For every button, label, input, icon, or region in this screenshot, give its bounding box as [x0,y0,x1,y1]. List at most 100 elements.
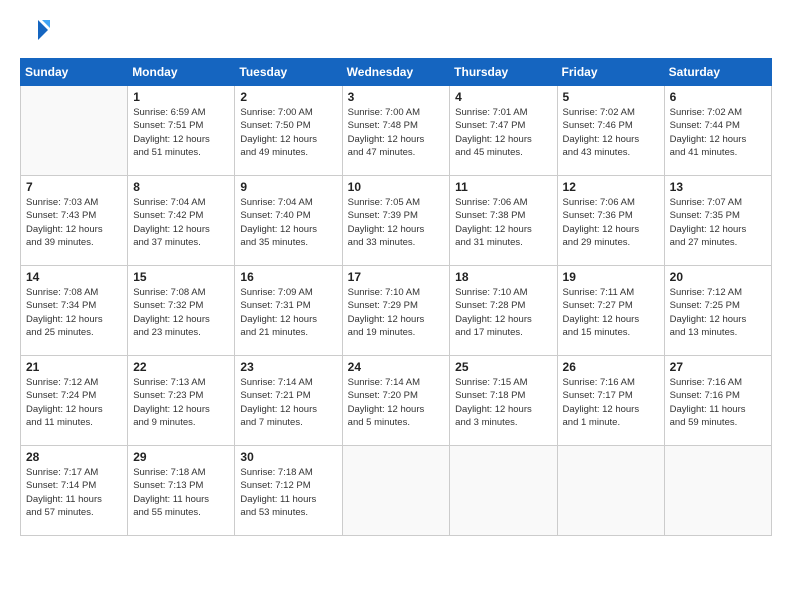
day-header-sunday: Sunday [21,59,128,86]
calendar-cell: 17 Sunrise: 7:10 AM Sunset: 7:29 PM Dayli… [342,266,450,356]
calendar-cell: 12Sunrise: 7:06 AM Sunset: 7:36 PM Dayli… [557,176,664,266]
calendar-cell: 6 Sunrise: 7:02 AM Sunset: 7:44 PM Daylig… [664,86,771,176]
calendar-cell: 13Sunrise: 7:07 AM Sunset: 7:35 PM Dayli… [664,176,771,266]
day-number: 21 [26,360,122,374]
day-info: Sunrise: 7:07 AM Sunset: 7:35 PM Dayligh… [670,196,766,249]
day-number: 19 [563,270,659,284]
calendar-cell: 11 Sunrise: 7:06 AM Sunset: 7:38 PM Dayli… [450,176,557,266]
day-number: 3 [348,90,445,104]
day-number: 26 [563,360,659,374]
day-number: 14 [26,270,122,284]
day-number: 27 [670,360,766,374]
day-number: 17 [348,270,445,284]
day-info: Sunrise: 7:18 AM Sunset: 7:12 PM Dayligh… [240,466,336,519]
day-number: 18 [455,270,551,284]
calendar-cell: 10Sunrise: 7:05 AM Sunset: 7:39 PM Dayli… [342,176,450,266]
calendar-cell: 21 Sunrise: 7:12 AM Sunset: 7:24 PM Dayli… [21,356,128,446]
day-number: 16 [240,270,336,284]
calendar-cell: 1 Sunrise: 6:59 AM Sunset: 7:51 PM Daylig… [128,86,235,176]
day-number: 8 [133,180,229,194]
calendar-cell: 3 Sunrise: 7:00 AM Sunset: 7:48 PM Daylig… [342,86,450,176]
calendar-header-row: SundayMondayTuesdayWednesdayThursdayFrid… [21,59,772,86]
day-number: 9 [240,180,336,194]
calendar-cell [557,446,664,536]
day-info: Sunrise: 7:02 AM Sunset: 7:46 PM Dayligh… [563,106,659,159]
calendar-cell: 7 Sunrise: 7:03 AM Sunset: 7:43 PM Daylig… [21,176,128,266]
logo [20,16,54,46]
day-number: 24 [348,360,445,374]
day-info: Sunrise: 7:13 AM Sunset: 7:23 PM Dayligh… [133,376,229,429]
calendar-cell: 2 Sunrise: 7:00 AM Sunset: 7:50 PM Daylig… [235,86,342,176]
day-number: 22 [133,360,229,374]
day-info: Sunrise: 7:04 AM Sunset: 7:40 PM Dayligh… [240,196,336,249]
day-header-monday: Monday [128,59,235,86]
calendar-cell: 8 Sunrise: 7:04 AM Sunset: 7:42 PM Daylig… [128,176,235,266]
calendar-cell: 5 Sunrise: 7:02 AM Sunset: 7:46 PM Daylig… [557,86,664,176]
day-header-tuesday: Tuesday [235,59,342,86]
day-header-wednesday: Wednesday [342,59,450,86]
day-info: Sunrise: 7:03 AM Sunset: 7:43 PM Dayligh… [26,196,122,249]
calendar-cell [450,446,557,536]
day-header-friday: Friday [557,59,664,86]
day-info: Sunrise: 7:12 AM Sunset: 7:25 PM Dayligh… [670,286,766,339]
day-number: 15 [133,270,229,284]
day-info: Sunrise: 7:10 AM Sunset: 7:29 PM Dayligh… [348,286,445,339]
calendar-cell: 24 Sunrise: 7:14 AM Sunset: 7:20 PM Dayli… [342,356,450,446]
day-number: 7 [26,180,122,194]
day-info: Sunrise: 7:06 AM Sunset: 7:38 PM Dayligh… [455,196,551,249]
day-info: Sunrise: 7:10 AM Sunset: 7:28 PM Dayligh… [455,286,551,339]
calendar-table: SundayMondayTuesdayWednesdayThursdayFrid… [20,58,772,536]
day-info: Sunrise: 7:18 AM Sunset: 7:13 PM Dayligh… [133,466,229,519]
calendar-cell: 26 Sunrise: 7:16 AM Sunset: 7:17 PM Dayli… [557,356,664,446]
day-info: Sunrise: 7:08 AM Sunset: 7:34 PM Dayligh… [26,286,122,339]
day-info: Sunrise: 6:59 AM Sunset: 7:51 PM Dayligh… [133,106,229,159]
calendar-cell: 20 Sunrise: 7:12 AM Sunset: 7:25 PM Dayli… [664,266,771,356]
day-number: 1 [133,90,229,104]
day-number: 4 [455,90,551,104]
day-number: 25 [455,360,551,374]
day-info: Sunrise: 7:15 AM Sunset: 7:18 PM Dayligh… [455,376,551,429]
day-info: Sunrise: 7:11 AM Sunset: 7:27 PM Dayligh… [563,286,659,339]
calendar-cell: 15 Sunrise: 7:08 AM Sunset: 7:32 PM Dayli… [128,266,235,356]
day-number: 11 [455,180,551,194]
day-number: 29 [133,450,229,464]
day-info: Sunrise: 7:08 AM Sunset: 7:32 PM Dayligh… [133,286,229,339]
calendar-cell: 9 Sunrise: 7:04 AM Sunset: 7:40 PM Daylig… [235,176,342,266]
day-info: Sunrise: 7:14 AM Sunset: 7:21 PM Dayligh… [240,376,336,429]
day-number: 30 [240,450,336,464]
calendar-cell: 14 Sunrise: 7:08 AM Sunset: 7:34 PM Dayli… [21,266,128,356]
day-number: 6 [670,90,766,104]
day-info: Sunrise: 7:00 AM Sunset: 7:48 PM Dayligh… [348,106,445,159]
calendar-cell: 27Sunrise: 7:16 AM Sunset: 7:16 PM Dayli… [664,356,771,446]
calendar-cell: 23 Sunrise: 7:14 AM Sunset: 7:21 PM Dayli… [235,356,342,446]
calendar-cell [342,446,450,536]
day-number: 23 [240,360,336,374]
day-info: Sunrise: 7:02 AM Sunset: 7:44 PM Dayligh… [670,106,766,159]
day-info: Sunrise: 7:01 AM Sunset: 7:47 PM Dayligh… [455,106,551,159]
calendar-cell: 30 Sunrise: 7:18 AM Sunset: 7:12 PM Dayli… [235,446,342,536]
day-info: Sunrise: 7:17 AM Sunset: 7:14 PM Dayligh… [26,466,122,519]
day-number: 2 [240,90,336,104]
calendar-cell: 28 Sunrise: 7:17 AM Sunset: 7:14 PM Dayli… [21,446,128,536]
day-info: Sunrise: 7:14 AM Sunset: 7:20 PM Dayligh… [348,376,445,429]
day-number: 12 [563,180,659,194]
week-row-5: 28 Sunrise: 7:17 AM Sunset: 7:14 PM Dayli… [21,446,772,536]
day-info: Sunrise: 7:09 AM Sunset: 7:31 PM Dayligh… [240,286,336,339]
calendar-cell: 22 Sunrise: 7:13 AM Sunset: 7:23 PM Dayli… [128,356,235,446]
week-row-3: 14 Sunrise: 7:08 AM Sunset: 7:34 PM Dayli… [21,266,772,356]
week-row-2: 7 Sunrise: 7:03 AM Sunset: 7:43 PM Daylig… [21,176,772,266]
week-row-1: 1 Sunrise: 6:59 AM Sunset: 7:51 PM Daylig… [21,86,772,176]
day-header-saturday: Saturday [664,59,771,86]
calendar-cell: 4 Sunrise: 7:01 AM Sunset: 7:47 PM Daylig… [450,86,557,176]
day-info: Sunrise: 7:12 AM Sunset: 7:24 PM Dayligh… [26,376,122,429]
calendar-cell: 19 Sunrise: 7:11 AM Sunset: 7:27 PM Dayli… [557,266,664,356]
header [20,16,772,46]
day-number: 28 [26,450,122,464]
day-number: 5 [563,90,659,104]
day-info: Sunrise: 7:04 AM Sunset: 7:42 PM Dayligh… [133,196,229,249]
day-info: Sunrise: 7:00 AM Sunset: 7:50 PM Dayligh… [240,106,336,159]
day-info: Sunrise: 7:16 AM Sunset: 7:17 PM Dayligh… [563,376,659,429]
day-number: 20 [670,270,766,284]
calendar-cell: 18 Sunrise: 7:10 AM Sunset: 7:28 PM Dayli… [450,266,557,356]
day-info: Sunrise: 7:05 AM Sunset: 7:39 PM Dayligh… [348,196,445,249]
